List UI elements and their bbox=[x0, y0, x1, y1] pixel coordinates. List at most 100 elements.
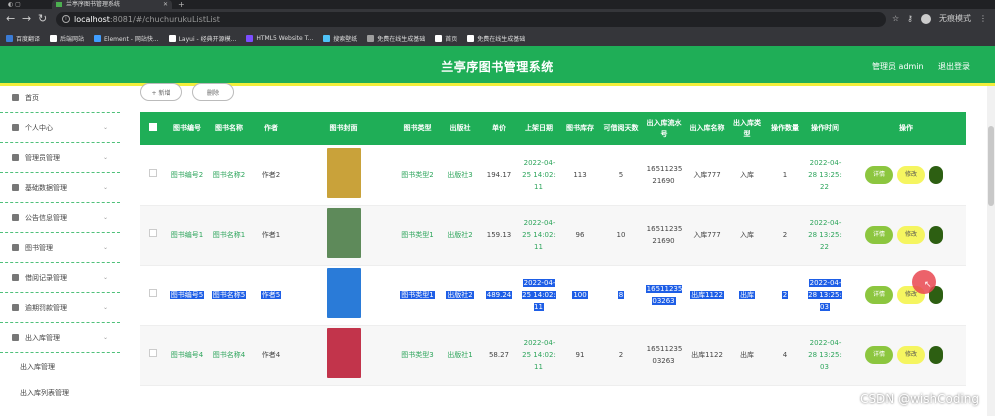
bookmark-item[interactable]: 后端网站 bbox=[50, 34, 84, 43]
sidebar-item[interactable]: 图书管理 ⌄ bbox=[0, 233, 120, 263]
sidebar-item-label: 个人中心 bbox=[25, 123, 53, 132]
tab-close-icon[interactable]: ✕ bbox=[163, 0, 168, 9]
detail-button[interactable]: 详情 bbox=[864, 346, 893, 364]
edit-button[interactable]: 修改 bbox=[897, 346, 926, 364]
table-cell: 4 bbox=[766, 325, 804, 385]
table-row[interactable]: 图书编号2 图书名称2 作者2 图书类型2 出版社3 194.17 2022-04-25 1… bbox=[140, 145, 966, 205]
new-tab-icon[interactable]: + bbox=[178, 0, 185, 9]
table-cell: 2 bbox=[600, 325, 642, 385]
admin-icon bbox=[12, 154, 19, 161]
column-header: 操作数量 bbox=[771, 124, 799, 132]
menu-icon[interactable]: ⋮ bbox=[979, 13, 987, 25]
row-delete-button[interactable]: 删除 bbox=[929, 346, 944, 364]
chevron-down-icon: ⌄ bbox=[102, 304, 108, 311]
sidebar-subitem[interactable]: 出入库列表管理 bbox=[0, 380, 120, 406]
table-row[interactable]: 图书编号1 图书名称1 作者1 图书类型1 出版社2 159.13 2022-04-25 1… bbox=[140, 205, 966, 265]
table-cell: 5 bbox=[600, 145, 642, 205]
site-info-icon[interactable]: i bbox=[62, 15, 70, 23]
address-input[interactable]: i localhost:8081/#/chuchurukuListList bbox=[56, 12, 886, 27]
table-cell: 2022-04-28 13:25:22 bbox=[804, 205, 846, 265]
tab-title: 兰亭序图书管理系统 bbox=[66, 1, 121, 8]
sidebar-subitem[interactable]: 出入库管理 bbox=[0, 354, 120, 380]
book-cover-image bbox=[326, 208, 361, 258]
home-icon bbox=[12, 94, 19, 101]
bookmark-label: 免费在线生成基础 bbox=[477, 35, 526, 43]
bookmark-item[interactable]: 免费在线生成基础 bbox=[467, 34, 525, 43]
bookmark-icon bbox=[367, 34, 375, 42]
row-delete-button[interactable]: 删除 bbox=[929, 226, 944, 244]
bookmark-item[interactable]: Layui - 经典开源模... bbox=[168, 34, 236, 43]
cell-text: 1651123503263 bbox=[645, 285, 683, 305]
sidebar-item[interactable]: 基础数据管理 ⌄ bbox=[0, 173, 120, 203]
detail-button[interactable]: 详情 bbox=[864, 226, 893, 244]
sidebar-item[interactable]: 借阅记录管理 ⌄ bbox=[0, 263, 120, 293]
bookmark-item[interactable]: 首页 bbox=[435, 34, 457, 43]
sidebar-item[interactable]: 个人中心 ⌄ bbox=[0, 113, 120, 143]
address-right-controls: ☆ ⚷ 无痕模式 ⋮ bbox=[892, 13, 987, 25]
detail-button[interactable]: 详情 bbox=[864, 165, 893, 184]
book-stock-table: 图书编号 图书名称 作者 图书封面 图书类型 出版社 单价 上架日期 图书库存 可借阅天数 出入库流… bbox=[140, 112, 966, 386]
back-icon[interactable]: ← bbox=[6, 13, 15, 25]
select-all-checkbox[interactable] bbox=[140, 112, 166, 145]
logout-link[interactable]: 退出登录 bbox=[938, 61, 970, 72]
bookmark-item[interactable]: 免费在线生成基础 bbox=[367, 34, 425, 43]
table-row[interactable]: 图书编号4 图书名称4 作者4 图书类型3 出版社1 58.27 2022-04-25 14… bbox=[140, 325, 966, 385]
cell-text: 出版社3 bbox=[447, 170, 473, 179]
sidebar-item[interactable]: 首页 bbox=[0, 83, 120, 113]
column-header: 出入库名称 bbox=[689, 124, 725, 132]
sidebar-item[interactable]: 逾期罚款管理 ⌄ bbox=[0, 293, 120, 323]
row-checkbox[interactable] bbox=[140, 145, 166, 205]
stock-icon bbox=[12, 334, 19, 341]
sidebar-item-label: 基础数据管理 bbox=[25, 183, 67, 192]
bookmark-item[interactable]: HTML5 Website T... bbox=[246, 34, 313, 42]
sidebar-item-label: 借阅记录管理 bbox=[25, 273, 67, 282]
row-checkbox[interactable] bbox=[140, 265, 166, 325]
column-header: 图书类型 bbox=[403, 124, 432, 132]
sidebar-item[interactable]: 管理员管理 ⌄ bbox=[0, 143, 120, 173]
table-cell: 1651123503263 bbox=[642, 325, 686, 385]
detail-button[interactable]: 详情 bbox=[864, 286, 893, 304]
sidebar-item[interactable]: 公告信息管理 ⌄ bbox=[0, 203, 120, 233]
row-checkbox[interactable] bbox=[140, 205, 166, 265]
notice-icon bbox=[12, 214, 19, 221]
bookmark-label: 免费在线生成基础 bbox=[377, 35, 426, 43]
actions-cell: 详情修改删除 bbox=[846, 265, 966, 325]
scrollbar[interactable] bbox=[987, 86, 995, 416]
table-row[interactable]: 图书编号5 图书名称5 作者5 图书类型1 出版社2 489.24 2022-04-25 1… bbox=[140, 265, 966, 325]
cell-text: 96 bbox=[575, 231, 585, 239]
table-cell: 图书编号5 bbox=[166, 265, 208, 325]
delete-button[interactable]: 删除 bbox=[192, 83, 234, 101]
cell-text: 图书名称1 bbox=[212, 231, 246, 239]
window-controls[interactable]: ◐ ▢ bbox=[8, 0, 21, 9]
browser-tab[interactable]: 兰亭序图书管理系统 ✕ bbox=[52, 0, 172, 9]
add-button[interactable]: + 新增 bbox=[140, 83, 182, 101]
table-cell: 159.13 bbox=[480, 205, 518, 265]
row-delete-button[interactable]: 删除 bbox=[929, 165, 944, 184]
star-icon[interactable]: ☆ bbox=[892, 13, 899, 25]
app-header: 兰亭序图书管理系统 管理员 admin 退出登录 bbox=[0, 46, 995, 86]
table-cell: 图书类型3 bbox=[395, 325, 440, 385]
edit-button[interactable]: 修改 bbox=[897, 165, 926, 184]
sidebar-item[interactable]: 出入库管理 ⌄ bbox=[0, 323, 120, 353]
key-icon[interactable]: ⚷ bbox=[907, 13, 913, 25]
cell-text: 出库1122 bbox=[690, 291, 724, 299]
reload-icon[interactable]: ↻ bbox=[38, 13, 47, 25]
bookmark-icon bbox=[435, 34, 443, 42]
scroll-thumb[interactable] bbox=[988, 126, 994, 206]
browser-tab-strip: ◐ ▢ 兰亭序图书管理系统 ✕ + bbox=[0, 0, 995, 9]
chevron-down-icon: ⌄ bbox=[102, 214, 108, 221]
cell-text: 5 bbox=[618, 170, 624, 179]
bookmark-item[interactable]: 百度翻译 bbox=[6, 34, 40, 43]
incognito-icon[interactable] bbox=[921, 14, 931, 24]
cell-text: 出库 bbox=[740, 351, 754, 359]
bookmark-label: 百度翻译 bbox=[16, 35, 41, 43]
table-cell: 1651123503263 bbox=[642, 265, 686, 325]
edit-button[interactable]: 修改 bbox=[897, 226, 926, 244]
bookmark-icon bbox=[323, 34, 331, 42]
row-checkbox[interactable] bbox=[140, 325, 166, 385]
bookmark-item[interactable]: Element - 网站快... bbox=[94, 34, 159, 43]
bookmark-item[interactable]: 搜索壁纸 bbox=[323, 34, 357, 43]
column-header: 可借阅天数 bbox=[603, 124, 639, 132]
forward-icon[interactable]: → bbox=[22, 13, 31, 25]
column-header: 出入库类型 bbox=[733, 118, 761, 138]
